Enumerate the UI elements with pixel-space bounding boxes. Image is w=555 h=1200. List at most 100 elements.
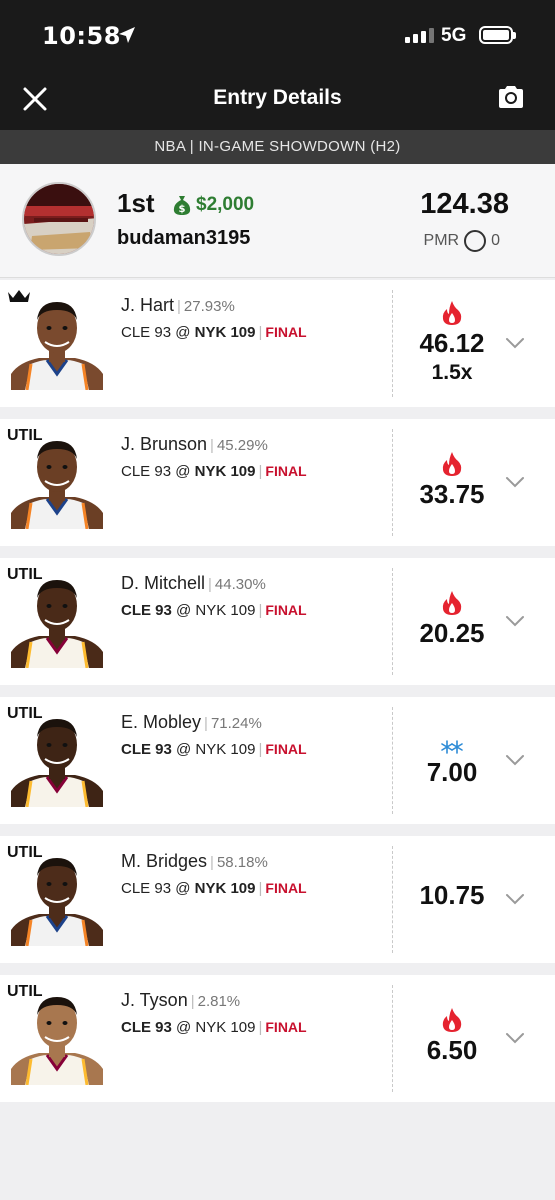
svg-text:$: $ xyxy=(179,204,186,215)
separator: | xyxy=(258,741,263,758)
roster-slot-label: UTIL xyxy=(7,427,43,444)
status-bar: 10:58 5G xyxy=(0,0,555,68)
player-name-line: D. Mitchell | 44.30% xyxy=(121,573,266,594)
fire-icon xyxy=(442,591,462,615)
ownership-percent: 71.24% xyxy=(210,715,262,732)
game-status: FINAL xyxy=(265,463,307,479)
column-divider xyxy=(392,568,393,675)
page-title: Entry Details xyxy=(213,86,342,109)
game-score-line: CLE 93 @ NYK 109 | FINAL xyxy=(121,463,307,480)
entry-rank: 1st xyxy=(117,188,155,218)
separator: | xyxy=(210,854,214,871)
player-row[interactable]: UTIL D. Mitchell | 44.30% CLE 93 @ NYK 109 | F… xyxy=(0,558,555,685)
home-team-score: NYK 109 xyxy=(195,741,256,758)
crown-icon xyxy=(6,288,32,309)
home-team-score: NYK 109 xyxy=(195,602,256,619)
player-row[interactable]: UTIL E. Mobley | 71.24% CLE 93 @ NYK 109 | FIN… xyxy=(0,697,555,824)
player-row[interactable]: UTIL J. Brunson | 45.29% CLE 93 @ NYK 109 | FI… xyxy=(0,419,555,546)
game-status: FINAL xyxy=(265,1019,307,1035)
away-team-score: CLE 93 xyxy=(121,463,172,480)
prize-amount: $ $2,000 xyxy=(172,194,254,216)
fantasy-points: 46.12 xyxy=(419,328,485,358)
game-status: FINAL xyxy=(265,324,307,340)
separator: | xyxy=(204,715,208,732)
away-team-score: CLE 93 xyxy=(121,741,172,758)
home-team-score: NYK 109 xyxy=(195,1019,256,1036)
chevron-down-icon[interactable] xyxy=(505,753,525,766)
home-team-score: NYK 109 xyxy=(194,880,256,897)
prize-value: $2,000 xyxy=(196,194,255,215)
ownership-percent: 2.81% xyxy=(197,993,241,1010)
home-team-score: NYK 109 xyxy=(194,324,256,341)
player-name[interactable]: M. Bridges xyxy=(121,851,207,871)
chevron-down-icon[interactable] xyxy=(505,892,525,905)
player-name[interactable]: J. Tyson xyxy=(121,990,188,1010)
total-points: 124.38 xyxy=(420,188,509,220)
separator: | xyxy=(258,602,263,619)
fantasy-points: 20.25 xyxy=(419,618,485,648)
trend-indicator xyxy=(400,449,504,477)
location-arrow-icon xyxy=(119,27,135,43)
away-team-score: CLE 93 xyxy=(121,602,172,619)
game-score-line: CLE 93 @ NYK 109 | FINAL xyxy=(121,880,307,897)
roster-slot-label: UTIL xyxy=(7,844,43,861)
pmr-value: 0 xyxy=(491,232,500,249)
fire-icon xyxy=(442,301,462,325)
points-box: 33.75 xyxy=(400,449,504,510)
player-name[interactable]: J. Hart xyxy=(121,295,174,315)
avatar xyxy=(22,182,96,256)
at-symbol: @ xyxy=(171,1019,196,1036)
ownership-percent: 58.18% xyxy=(216,854,268,871)
chevron-down-icon[interactable] xyxy=(505,1031,525,1044)
snowflake-icon xyxy=(441,740,463,754)
player-name-line: J. Tyson | 2.81% xyxy=(121,990,240,1011)
separator: | xyxy=(258,880,263,897)
fantasy-points: 33.75 xyxy=(419,479,485,509)
separator: | xyxy=(258,324,263,341)
signal-strength-icon xyxy=(405,28,434,43)
chevron-down-icon[interactable] xyxy=(505,475,525,488)
player-name[interactable]: J. Brunson xyxy=(121,434,207,454)
trend-indicator xyxy=(400,727,504,755)
player-row[interactable]: UTIL M. Bridges | 58.18% CLE 93 @ NYK 109 | FI… xyxy=(0,836,555,963)
chevron-down-icon[interactable] xyxy=(505,614,525,627)
separator: | xyxy=(258,463,263,480)
player-name[interactable]: D. Mitchell xyxy=(121,573,205,593)
column-divider xyxy=(392,429,393,536)
at-symbol: @ xyxy=(171,463,195,480)
pmr-progress-icon xyxy=(464,230,487,252)
fantasy-points: 10.75 xyxy=(419,880,485,910)
separator: | xyxy=(258,1019,263,1036)
player-name[interactable]: E. Mobley xyxy=(121,712,201,732)
contest-banner: NBA | IN-GAME SHOWDOWN (H2) xyxy=(0,130,555,164)
player-row[interactable]: J. Hart | 27.93% CLE 93 @ NYK 109 | FINAL 46.1… xyxy=(0,280,555,407)
separator: | xyxy=(208,576,212,593)
at-symbol: @ xyxy=(171,324,195,341)
trend-indicator xyxy=(400,298,504,326)
player-row[interactable]: UTIL J. Tyson | 2.81% CLE 93 @ NYK 109 | FINAL… xyxy=(0,975,555,1102)
chevron-down-icon[interactable] xyxy=(505,336,525,349)
game-status: FINAL xyxy=(265,602,307,618)
roster-slot-label: UTIL xyxy=(7,566,43,583)
column-divider xyxy=(392,707,393,814)
roster-slot-label: UTIL xyxy=(7,983,43,1000)
column-divider xyxy=(392,846,393,953)
nav-bar: Entry Details xyxy=(0,68,555,130)
trend-indicator xyxy=(400,1005,504,1033)
player-name-line: M. Bridges | 58.18% xyxy=(121,851,268,872)
money-bag-icon: $ xyxy=(173,196,191,215)
at-symbol: @ xyxy=(171,741,196,758)
battery-icon xyxy=(479,26,516,44)
ownership-percent: 27.93% xyxy=(183,298,235,315)
column-divider xyxy=(392,290,393,397)
pmr-indicator: PMR 0 xyxy=(424,230,500,252)
fantasy-points: 7.00 xyxy=(426,757,478,787)
status-time: 10:58 xyxy=(42,22,121,50)
home-team-score: NYK 109 xyxy=(194,463,256,480)
away-team-score: CLE 93 xyxy=(121,1019,172,1036)
player-name-line: J. Hart | 27.93% xyxy=(121,295,235,316)
column-divider xyxy=(392,985,393,1092)
camera-icon[interactable] xyxy=(496,82,526,112)
fire-icon xyxy=(442,1008,462,1032)
points-box: 46.12 1.5x xyxy=(400,298,504,385)
